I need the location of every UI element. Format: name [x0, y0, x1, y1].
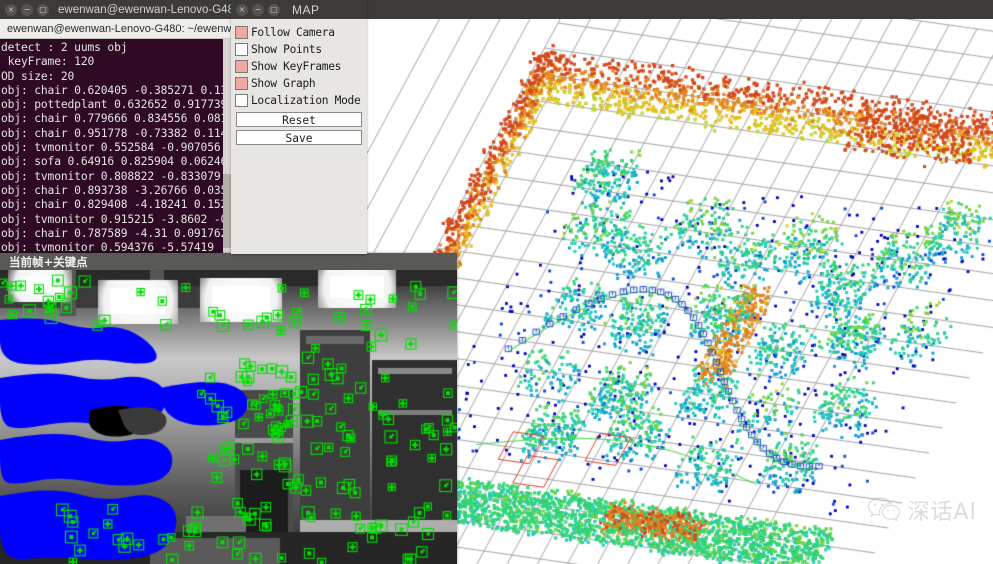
map-checkbox-label: Show KeyFrames: [251, 60, 341, 73]
terminal-line: detect : 2 uums obj: [0, 41, 232, 55]
terminal-line: obj: chair 0.829408 -4.18241 0.152: [0, 198, 232, 212]
maximize-icon[interactable]: □: [37, 4, 49, 16]
terminal-line: obj: chair 0.951778 -0.73382 0.114: [0, 127, 232, 141]
desktop-screen: 深话AI × − □ ewenwan@ewenwan-Lenovo-G48 ew…: [0, 0, 993, 564]
save-button[interactable]: Save: [236, 130, 362, 145]
minimize-icon[interactable]: −: [21, 4, 33, 16]
terminal-line: obj: tvmonitor 0.915215 -3.8602 -0: [0, 213, 232, 227]
terminal-line: obj: chair 0.620405 -0.385271 0.13: [0, 84, 232, 98]
map-checkbox-label: Show Graph: [251, 77, 315, 90]
map-titlebar[interactable]: × − □ MAP: [231, 0, 367, 19]
terminal-line: obj: chair 0.787589 -4.31 0.091762: [0, 227, 232, 241]
map-checkbox-list: Follow Camera Show Points Show KeyFrames Sh…: [235, 24, 363, 109]
terminal-line: keyFrame: 120: [0, 55, 232, 69]
map-checkbox-label: Follow Camera: [251, 26, 335, 39]
terminal-window[interactable]: × − □ ewenwan@ewenwan-Lenovo-G48 ewenwan…: [0, 0, 232, 255]
map-panel-body: Follow Camera Show Points Show KeyFrames Sh…: [231, 19, 367, 249]
terminal-line: OD size: 20: [0, 70, 232, 84]
frame-window-title: 当前帧+关键点: [9, 254, 88, 270]
frame-image-area[interactable]: [0, 270, 457, 564]
terminal-tab-label: ewenwan@ewenwan-Lenovo-G480: ~/ewenw: [7, 23, 231, 35]
map-checkbox-label: Localization Mode: [251, 94, 360, 107]
minimize-icon[interactable]: −: [252, 4, 264, 16]
map-checkbox-show-keyframes[interactable]: Show KeyFrames: [235, 58, 363, 75]
terminal-output[interactable]: detect : 2 uums obj keyFrame: 120OD size…: [0, 39, 232, 255]
terminal-window-buttons[interactable]: × − □: [0, 4, 49, 16]
map-checkbox-follow-camera[interactable]: Follow Camera: [235, 24, 363, 41]
reset-button[interactable]: Reset: [236, 112, 362, 127]
close-icon[interactable]: ×: [236, 4, 248, 16]
terminal-lines: detect : 2 uums obj keyFrame: 120OD size…: [0, 41, 232, 255]
terminal-titlebar[interactable]: × − □ ewenwan@ewenwan-Lenovo-G48: [0, 0, 232, 19]
close-icon[interactable]: ×: [5, 4, 17, 16]
terminal-tab-bar[interactable]: ewenwan@ewenwan-Lenovo-G480: ~/ewenw: [0, 19, 232, 39]
current-frame-window[interactable]: 当前帧+关键点: [0, 253, 457, 564]
checkbox-icon[interactable]: [235, 26, 248, 39]
map-checkbox-show-graph[interactable]: Show Graph: [235, 75, 363, 92]
map-window-title: MAP: [292, 3, 320, 17]
map-3d-viewer[interactable]: [367, 19, 993, 564]
frame-titlebar[interactable]: 当前帧+关键点: [0, 253, 457, 270]
checkbox-icon[interactable]: [235, 94, 248, 107]
terminal-line: obj: chair 0.893738 -3.26766 0.035: [0, 184, 232, 198]
terminal-line: obj: chair 0.779666 0.834556 0.081: [0, 112, 232, 126]
map-checkbox-show-points[interactable]: Show Points: [235, 41, 363, 58]
map-checkbox-localization-mode[interactable]: Localization Mode: [235, 92, 363, 109]
frame-canvas: [0, 270, 457, 564]
terminal-line: obj: tvmonitor 0.808822 -0.833079: [0, 170, 232, 184]
terminal-title: ewenwan@ewenwan-Lenovo-G48: [58, 4, 232, 16]
checkbox-icon[interactable]: [235, 43, 248, 56]
checkbox-icon[interactable]: [235, 77, 248, 90]
checkbox-icon[interactable]: [235, 60, 248, 73]
terminal-line: obj: sofa 0.64916 0.825904 0.06246: [0, 155, 232, 169]
map-checkbox-label: Show Points: [251, 43, 322, 56]
map-control-window[interactable]: × − □ MAP Follow Camera Show Points Show K…: [231, 0, 367, 254]
maximize-icon[interactable]: □: [268, 4, 280, 16]
map-button-list: Reset Save: [235, 112, 363, 145]
point-cloud-canvas: [367, 19, 993, 564]
terminal-line: obj: tvmonitor 0.552584 -0.907056: [0, 141, 232, 155]
map-window-buttons[interactable]: × − □: [231, 4, 280, 16]
terminal-line: obj: pottedplant 0.632652 0.917739: [0, 98, 232, 112]
